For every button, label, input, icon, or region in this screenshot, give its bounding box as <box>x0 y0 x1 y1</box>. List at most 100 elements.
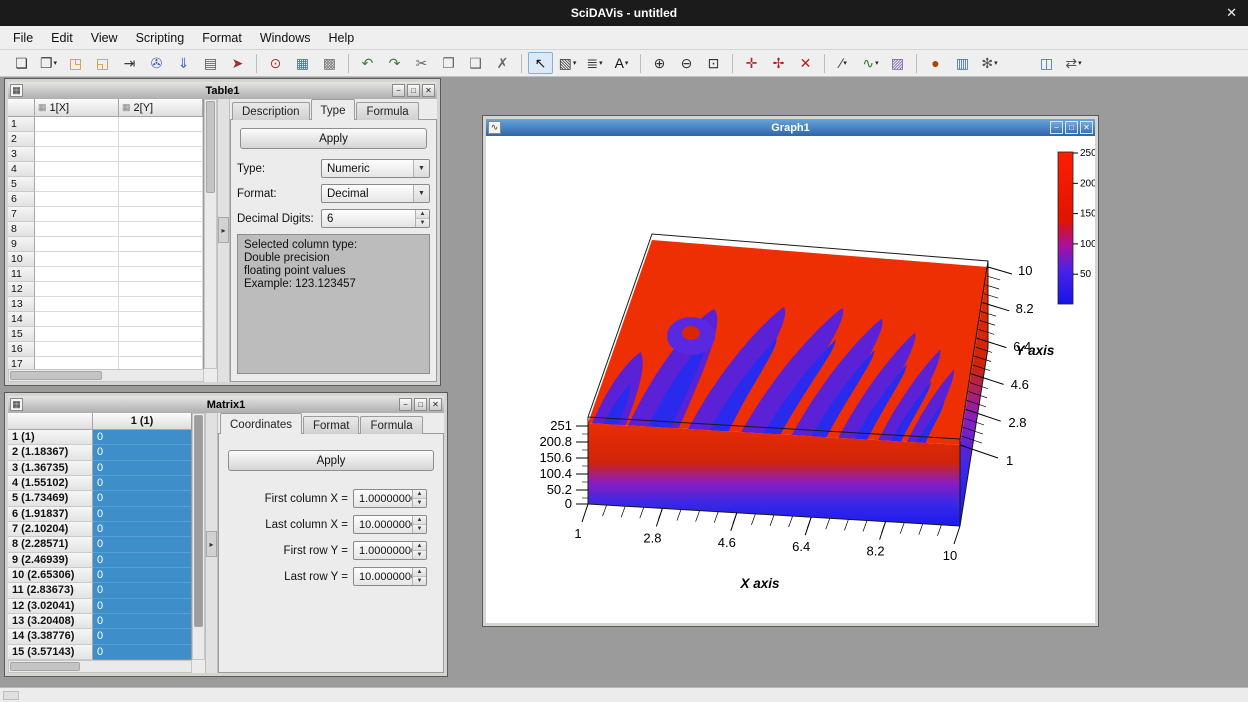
spin-down-icon[interactable]: ▼ <box>413 499 426 507</box>
table-cell[interactable] <box>35 162 119 177</box>
table-row[interactable]: 13 <box>8 297 203 312</box>
zoom-in-button[interactable]: ⊕ <box>647 52 672 74</box>
open-project-button[interactable]: ◳ <box>63 52 88 74</box>
table1-minimize-button[interactable]: − <box>392 84 405 97</box>
menu-item[interactable]: Scripting <box>127 28 194 48</box>
row-number[interactable]: 15 <box>8 327 35 342</box>
matrix-cell[interactable]: 0 <box>93 430 191 445</box>
table-cell[interactable] <box>119 222 203 237</box>
table1-maximize-button[interactable]: □ <box>407 84 420 97</box>
matrix-horizontal-scrollbar[interactable] <box>8 660 192 673</box>
app-close-icon[interactable]: ✕ <box>1226 5 1237 21</box>
row-number[interactable]: 12 <box>8 282 35 297</box>
spin-down-icon[interactable]: ▼ <box>416 219 429 227</box>
table-cell[interactable] <box>119 357 203 369</box>
export-pdf-button[interactable]: ➤ <box>225 52 250 74</box>
table-row[interactable]: 7 <box>8 207 203 222</box>
table-row[interactable]: 4 <box>8 162 203 177</box>
table-cell[interactable] <box>35 237 119 252</box>
graph1-minimize-button[interactable]: − <box>1050 121 1063 134</box>
panel-tab[interactable]: Type <box>311 99 356 120</box>
redo-button[interactable]: ↷ <box>382 52 407 74</box>
menu-item[interactable]: Edit <box>42 28 82 48</box>
select-data-range-button[interactable]: ▧▾ <box>555 52 580 74</box>
table-cell[interactable] <box>119 117 203 132</box>
coordinate-spinbox[interactable]: 1.00000000 ▲▼ <box>353 541 427 560</box>
graph1-maximize-button[interactable]: □ <box>1065 121 1078 134</box>
row-number[interactable]: 4 <box>8 162 35 177</box>
matrix-grid[interactable]: 1 (1) 1 (1) 0 2 (1.18367) 0 3 (1.3673 <box>8 413 192 660</box>
add-text-button[interactable]: A▾ <box>609 52 634 74</box>
matrix-row[interactable]: 11 (2.83673) 0 <box>8 583 191 598</box>
matrix-row[interactable]: 3 (1.36735) 0 <box>8 461 191 476</box>
table-row[interactable]: 5 <box>8 177 203 192</box>
table-cell[interactable] <box>35 147 119 162</box>
matrix-cell[interactable]: 0 <box>93 568 191 583</box>
matrix-row-header[interactable]: 7 (2.10204) <box>8 522 93 537</box>
matrix-row[interactable]: 4 (1.55102) 0 <box>8 476 191 491</box>
table-cell[interactable] <box>119 282 203 297</box>
table-cell[interactable] <box>35 282 119 297</box>
combo-arrow-icon[interactable]: ▼ <box>413 185 429 202</box>
table-cell[interactable] <box>35 192 119 207</box>
row-number[interactable]: 3 <box>8 147 35 162</box>
coordinate-spinbox[interactable]: 10.0000000 ▲▼ <box>353 515 427 534</box>
matrix-cell[interactable]: 0 <box>93 614 191 629</box>
table-cell[interactable] <box>35 132 119 147</box>
table-cell[interactable] <box>119 147 203 162</box>
table-cell[interactable] <box>119 162 203 177</box>
matrix1-titlebar[interactable]: ▦ Matrix1 − □ ✕ <box>8 396 444 413</box>
rescale-to-show-all-button[interactable]: ⊡ <box>701 52 726 74</box>
row-number[interactable]: 14 <box>8 312 35 327</box>
panel-tab[interactable]: Formula <box>356 102 418 120</box>
save-template-button[interactable]: ⇓ <box>171 52 196 74</box>
matrix-panel-collapse-button[interactable]: ▸ <box>206 531 217 557</box>
matrix-row[interactable]: 5 (1.73469) 0 <box>8 491 191 506</box>
table-cell[interactable] <box>35 327 119 342</box>
matrix-cell[interactable]: 0 <box>93 537 191 552</box>
table-cell[interactable] <box>119 192 203 207</box>
matrix-row[interactable]: 10 (2.65306) 0 <box>8 568 191 583</box>
matrix-row-header[interactable]: 4 (1.55102) <box>8 476 93 491</box>
matrix-row-header[interactable]: 3 (1.36735) <box>8 461 93 476</box>
table-cell[interactable] <box>119 297 203 312</box>
matrix-row-header[interactable]: 8 (2.28571) <box>8 537 93 552</box>
spin-up-icon[interactable]: ▲ <box>416 210 429 219</box>
table-row[interactable]: 6 <box>8 192 203 207</box>
row-number[interactable]: 2 <box>8 132 35 147</box>
table-row[interactable]: 11 <box>8 267 203 282</box>
row-number[interactable]: 7 <box>8 207 35 222</box>
table-cell[interactable] <box>35 342 119 357</box>
row-number[interactable]: 16 <box>8 342 35 357</box>
print-button[interactable]: ▤ <box>198 52 223 74</box>
table-row[interactable]: 17 <box>8 357 203 369</box>
table-grid[interactable]: ▦ 1[X] ▦ 2[Y] 1 <box>8 99 204 369</box>
project-explorer-button[interactable]: ⊙ <box>263 52 288 74</box>
table-add-column-button[interactable]: ◫ <box>1034 52 1059 74</box>
plot3d-bars-button[interactable]: ▥ <box>950 52 975 74</box>
plot3d-globe-button[interactable]: ● <box>923 52 948 74</box>
table-row[interactable]: 15 <box>8 327 203 342</box>
save-project-button[interactable]: ✇ <box>144 52 169 74</box>
matrix-cell[interactable]: 0 <box>93 461 191 476</box>
graph-canvas[interactable]: 251200.8150.6100.450.2012.84.66.48.21010… <box>486 136 1095 623</box>
table-cell[interactable] <box>35 312 119 327</box>
matrix-row-header[interactable]: 9 (2.46939) <box>8 553 93 568</box>
table-row[interactable]: 3 <box>8 147 203 162</box>
table-cell[interactable] <box>35 177 119 192</box>
table-row[interactable]: 10 <box>8 252 203 267</box>
matrix-row[interactable]: 8 (2.28571) 0 <box>8 537 191 552</box>
panel-tab[interactable]: Description <box>232 102 310 120</box>
table-cell[interactable] <box>119 207 203 222</box>
row-number[interactable]: 11 <box>8 267 35 282</box>
spin-up-icon[interactable]: ▲ <box>413 490 426 499</box>
lock-toolbars-button[interactable]: ▩ <box>317 52 342 74</box>
matrix-cell[interactable]: 0 <box>93 553 191 568</box>
matrix-cell[interactable]: 0 <box>93 645 191 660</box>
matrix-column-header[interactable]: 1 (1) <box>93 413 191 430</box>
table1-window[interactable]: ▦ Table1 − □ ✕ ▦ 1[X] <box>4 78 441 386</box>
matrix1-window[interactable]: ▦ Matrix1 − □ ✕ 1 (1) 1 (1) 0 <box>4 392 448 677</box>
select-columns-button[interactable]: ≣▾ <box>582 52 607 74</box>
table-cell[interactable] <box>119 327 203 342</box>
graph1-window[interactable]: ∿ Graph1 − □ ✕ <box>482 115 1099 627</box>
